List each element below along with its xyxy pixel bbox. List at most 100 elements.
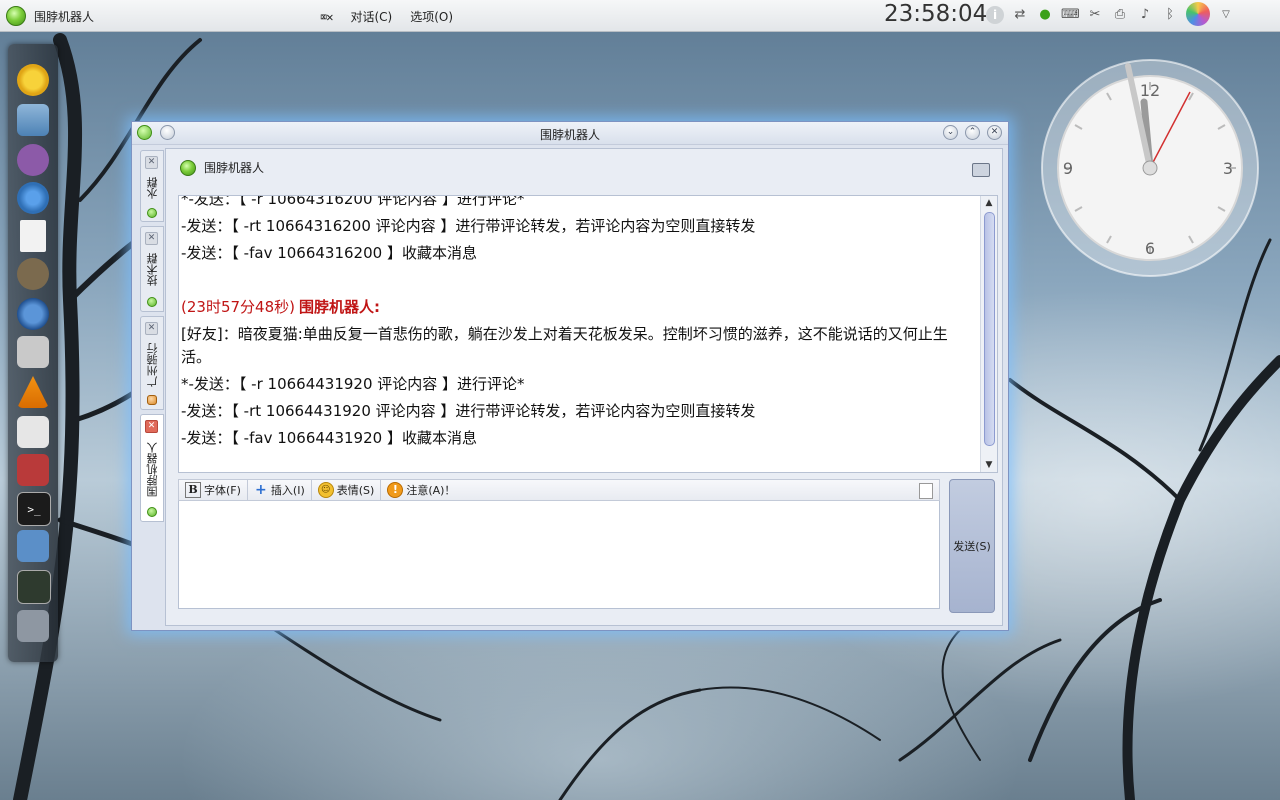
scrollbar-thumb[interactable] <box>984 212 995 446</box>
close-icon[interactable]: ✕ <box>145 322 158 335</box>
clock-numeral-9: 9 <box>1063 159 1073 178</box>
network-icon[interactable]: ⇄ <box>1011 6 1029 24</box>
close-button[interactable]: ✕ <box>987 125 1002 140</box>
close-icon[interactable]: ✕ <box>145 232 158 245</box>
maximize-button[interactable]: ⌃ <box>965 125 980 140</box>
contact-status-icon <box>180 159 196 176</box>
tab-label: 技术群 <box>146 253 159 287</box>
insert-label: 插入(I) <box>270 484 305 497</box>
menu-dialog[interactable]: 对话(C) <box>350 8 392 25</box>
close-icon[interactable]: ✕ <box>145 156 158 169</box>
warning-icon: ! <box>387 482 404 498</box>
graphics-tools-icon[interactable] <box>17 336 49 368</box>
attention-button[interactable]: ! 注意(A)！ <box>381 480 461 500</box>
plus-icon: + <box>255 482 267 498</box>
window-title: 围脖机器人 <box>539 128 600 142</box>
chat-header: 围脖机器人 <box>180 159 264 176</box>
volume-icon[interactable]: ♪ <box>1136 6 1154 24</box>
app-status-icon <box>6 6 26 26</box>
scroll-down-icon[interactable]: ▼ <box>981 458 997 472</box>
clock-numeral-3: 3 <box>1223 159 1233 178</box>
online-status-icon <box>147 208 157 218</box>
message-line: -发送：【 -fav 10664316200 】收藏本消息 <box>181 244 477 262</box>
smiley-icon: ☺ <box>317 482 334 498</box>
chat-status-icon[interactable]: ● <box>1036 6 1054 24</box>
active-app[interactable]: 围脖机器人 <box>6 5 94 27</box>
vlc-icon[interactable] <box>17 376 49 408</box>
active-app-title: 围脖机器人 <box>34 9 95 24</box>
send-button[interactable]: 发送(S) <box>949 479 995 613</box>
analog-clock-widget[interactable]: 12 3 6 9 <box>1038 56 1262 280</box>
printer-app-icon[interactable] <box>17 454 49 486</box>
message-line: [好友]：暗夜夏猫:单曲反复一首悲伤的歌，躺在沙发上对着天花板发呆。控制坏习惯的… <box>181 325 948 366</box>
info-icon[interactable]: i <box>986 6 1004 24</box>
message-sender: 围脖机器人: <box>298 298 380 316</box>
note-icon[interactable] <box>919 483 933 499</box>
font-button[interactable]: B 字体(F) <box>179 480 248 500</box>
clock-numeral-12: 12 <box>1140 81 1160 100</box>
vertical-scrollbar[interactable]: ▲ ▼ <box>980 196 997 472</box>
tab-label: 围脖机器人 <box>146 442 159 498</box>
chromium-icon[interactable] <box>17 182 49 214</box>
tab-jishuqun[interactable]: ✕ 技术群 <box>140 226 164 312</box>
bluetooth-icon[interactable]: ᛒ <box>1161 6 1179 24</box>
emoji-button[interactable]: ☺ 表情(S) <box>312 480 382 500</box>
bold-font-icon: B <box>185 482 201 498</box>
kde-menu-icon[interactable] <box>1186 2 1210 26</box>
app-launcher: >_ <box>8 44 58 662</box>
top-panel: 围脖机器人 ⌧✕ 对话(C) 选项(O) 23:58:04 i ⇄ ● ⌨ ✂ … <box>0 0 1280 32</box>
keyboard-icon[interactable]: ⌨ <box>1061 6 1080 24</box>
window-titlebar[interactable]: 围脖机器人 ⌄ ⌃ ✕ <box>132 122 1008 145</box>
contact-name: 围脖机器人 <box>204 161 265 175</box>
message-time: (23时57分48秒) <box>181 298 295 316</box>
monitor-icon[interactable] <box>972 163 990 177</box>
blank-document-icon[interactable] <box>20 220 46 252</box>
chat-panel: 围脖机器人 *-发送：【 -r 10664316200 评论内容 】进行评论* … <box>165 148 1003 626</box>
message-input[interactable] <box>178 501 940 609</box>
thunderbird-icon[interactable] <box>17 298 49 330</box>
scissors-icon[interactable]: ✂ <box>1086 6 1104 24</box>
chevron-down-icon[interactable]: ▽ <box>1217 6 1235 24</box>
format-toolbar: B 字体(F) + 插入(I) ☺ 表情(S) ! 注意(A)！ <box>178 479 940 501</box>
message-header: (23时57分48秒) 围脖机器人: <box>181 294 977 321</box>
scroll-up-icon[interactable]: ▲ <box>981 196 997 210</box>
media-editor-icon[interactable] <box>17 530 49 562</box>
file-cabinet-icon[interactable] <box>17 104 49 136</box>
tab-guangzhou-qixing[interactable]: ✕ 广州骑行 <box>140 316 164 410</box>
chat-window: 围脖机器人 ⌄ ⌃ ✕ ✕ 水群 ✕ 技术群 ✕ 广州骑行 ✕ 围脖机器人 围脖… <box>131 121 1009 631</box>
chrome-yellow-icon[interactable] <box>17 64 49 96</box>
group-icon <box>147 395 157 405</box>
global-menu: ⌧✕ 对话(C) 选项(O) <box>320 8 453 25</box>
online-status-icon <box>147 507 157 517</box>
menu-options[interactable]: 选项(O) <box>410 8 453 25</box>
tab-weibo-robot[interactable]: ✕ 围脖机器人 <box>140 414 164 522</box>
clock-numeral-6: 6 <box>1145 239 1155 258</box>
pidgin-icon[interactable] <box>17 144 49 176</box>
message-line: -发送：【 -rt 10664431920 评论内容 】进行带评论转发，若评论内… <box>181 402 756 420</box>
system-tray: i ⇄ ● ⌨ ✂ ⎙ ♪ ᛒ ▽ <box>986 2 1235 26</box>
tab-label: 广州骑行 <box>146 343 159 387</box>
minimize-button[interactable]: ⌄ <box>943 125 958 140</box>
message-list: *-发送：【 -r 10664316200 评论内容 】进行评论* -发送：【 … <box>181 195 977 452</box>
online-status-icon <box>147 297 157 307</box>
insert-button[interactable]: + 插入(I) <box>248 480 312 500</box>
close-icon[interactable]: ✕ <box>145 420 158 433</box>
message-line: *-发送：【 -r 10664431920 评论内容 】进行评论* <box>181 375 525 393</box>
message-history[interactable]: *-发送：【 -r 10664316200 评论内容 】进行评论* -发送：【 … <box>178 195 998 473</box>
printer-icon[interactable]: ⎙ <box>1111 6 1129 24</box>
font-label: 字体(F) <box>204 484 241 497</box>
emoji-label: 表情(S) <box>336 484 375 497</box>
gimp-icon[interactable] <box>17 258 49 290</box>
message-line: *-发送：【 -r 10664316200 评论内容 】进行评论* <box>181 195 525 208</box>
message-line: -发送：【 -fav 10664431920 】收藏本消息 <box>181 429 477 447</box>
text-editor-icon[interactable] <box>17 416 49 448</box>
tab-shuiqun[interactable]: ✕ 水群 <box>140 150 164 222</box>
attention-label: 注意(A)！ <box>406 484 456 497</box>
window-menu-icon[interactable]: ⌧✕ <box>320 10 333 24</box>
tab-label: 水群 <box>146 177 159 199</box>
system-monitor-icon[interactable] <box>17 570 51 604</box>
settings-tools-icon[interactable] <box>17 610 49 642</box>
panel-clock[interactable]: 23:58:04 <box>884 1 987 27</box>
terminal-icon[interactable]: >_ <box>17 492 51 526</box>
message-line: -发送：【 -rt 10664316200 评论内容 】进行带评论转发，若评论内… <box>181 217 756 235</box>
